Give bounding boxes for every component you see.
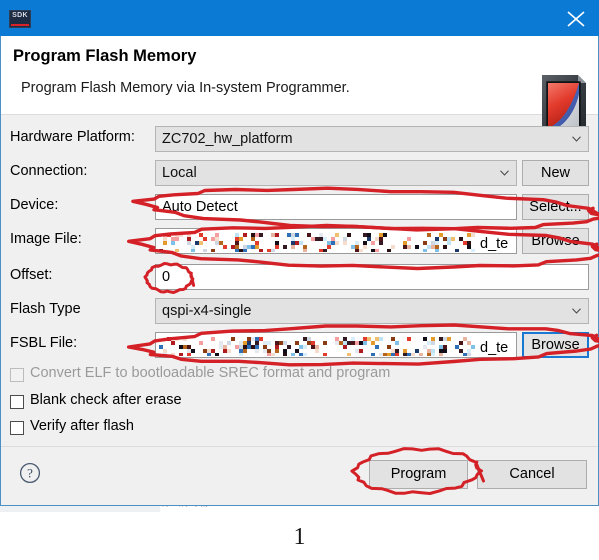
dialog-footer: ? Program Cancel: [1, 446, 598, 505]
checkbox-input[interactable]: [10, 395, 24, 409]
select-button[interactable]: Select...: [522, 194, 589, 220]
form-row: Hardware Platform: ZC702_hw_platform: [0, 125, 599, 153]
field-textbox[interactable]: d_te: [155, 228, 517, 254]
field-textbox[interactable]: d_te: [155, 332, 517, 358]
field-textbox[interactable]: 0: [155, 264, 589, 290]
field-label: Connection:: [10, 163, 88, 179]
background-strip: [0, 505, 160, 512]
checkbox-input: [10, 368, 24, 382]
help-question-icon[interactable]: ?: [19, 462, 41, 484]
browse-button[interactable]: Browse: [522, 228, 589, 254]
redacted-path: [159, 335, 481, 356]
svg-text:?: ?: [27, 466, 33, 481]
field-value: qspi-x4-single: [162, 303, 252, 319]
field-combobox[interactable]: Local: [155, 160, 517, 186]
field-value-visible-tail: d_te: [480, 236, 509, 252]
chevron-down-icon: [572, 136, 581, 142]
checkbox-row[interactable]: Blank check after erase: [0, 392, 599, 414]
field-label: Device:: [10, 197, 59, 213]
field-label: Hardware Platform:: [10, 129, 135, 145]
form-row: FSBL File: d_te Browse: [0, 331, 599, 359]
redacted-path: [159, 231, 481, 252]
field-value: 0: [162, 269, 171, 285]
checkbox-row[interactable]: Convert ELF to bootloadable SREC format …: [0, 365, 599, 387]
form-row: Flash Type qspi-x4-single: [0, 297, 599, 325]
field-value: Local: [162, 165, 197, 181]
page-subtitle: Program Flash Memory via In-system Progr…: [21, 80, 350, 96]
checkbox-label: Convert ELF to bootloadable SREC format …: [30, 365, 391, 381]
redacted-path-mosaic: [159, 337, 477, 356]
form-row: Connection: Local New: [0, 159, 599, 187]
checkbox-label: Blank check after erase: [30, 392, 182, 408]
close-icon: [567, 11, 585, 27]
field-value: Auto Detect: [162, 199, 238, 215]
close-window-button[interactable]: [553, 0, 599, 36]
field-textbox[interactable]: Auto Detect: [155, 194, 517, 220]
field-combobox[interactable]: qspi-x4-single: [155, 298, 589, 324]
sdk-icon-label: SDK: [12, 12, 28, 19]
field-combobox[interactable]: ZC702_hw_platform: [155, 126, 589, 152]
sdk-icon-underline: [11, 24, 29, 26]
screenshot-root: Vi Wi f M SDK Program Flash Memory Progr…: [0, 0, 599, 560]
field-label: Flash Type: [10, 301, 81, 317]
page-title: Program Flash Memory: [13, 47, 197, 65]
program-button[interactable]: Program: [369, 460, 468, 489]
field-label: Offset:: [10, 267, 53, 283]
form-row: Device: Auto Detect Select...: [0, 193, 599, 221]
dialog-header: Program Flash Memory Program Flash Memor…: [1, 36, 598, 135]
field-value-visible-tail: d_te: [480, 340, 509, 356]
redacted-path-mosaic: [159, 233, 477, 252]
field-value: ZC702_hw_platform: [162, 131, 293, 147]
browse-button[interactable]: Browse: [522, 332, 589, 358]
chevron-down-icon: [500, 170, 509, 176]
dialog-titlebar[interactable]: SDK: [0, 0, 599, 36]
cancel-button[interactable]: Cancel: [477, 460, 587, 489]
field-label: Image File:: [10, 231, 82, 247]
new-button[interactable]: New: [522, 160, 589, 186]
checkbox-label: Verify after flash: [30, 418, 134, 434]
form-row: Offset: 0: [0, 263, 599, 291]
chevron-down-icon: [572, 308, 581, 314]
field-label: FSBL File:: [10, 335, 78, 351]
page-number: 1: [293, 524, 306, 550]
checkbox-row[interactable]: Verify after flash: [0, 418, 599, 440]
checkbox-input[interactable]: [10, 421, 24, 435]
form-row: Image File: d_te Browse: [0, 227, 599, 255]
sdk-icon: SDK: [9, 10, 31, 28]
